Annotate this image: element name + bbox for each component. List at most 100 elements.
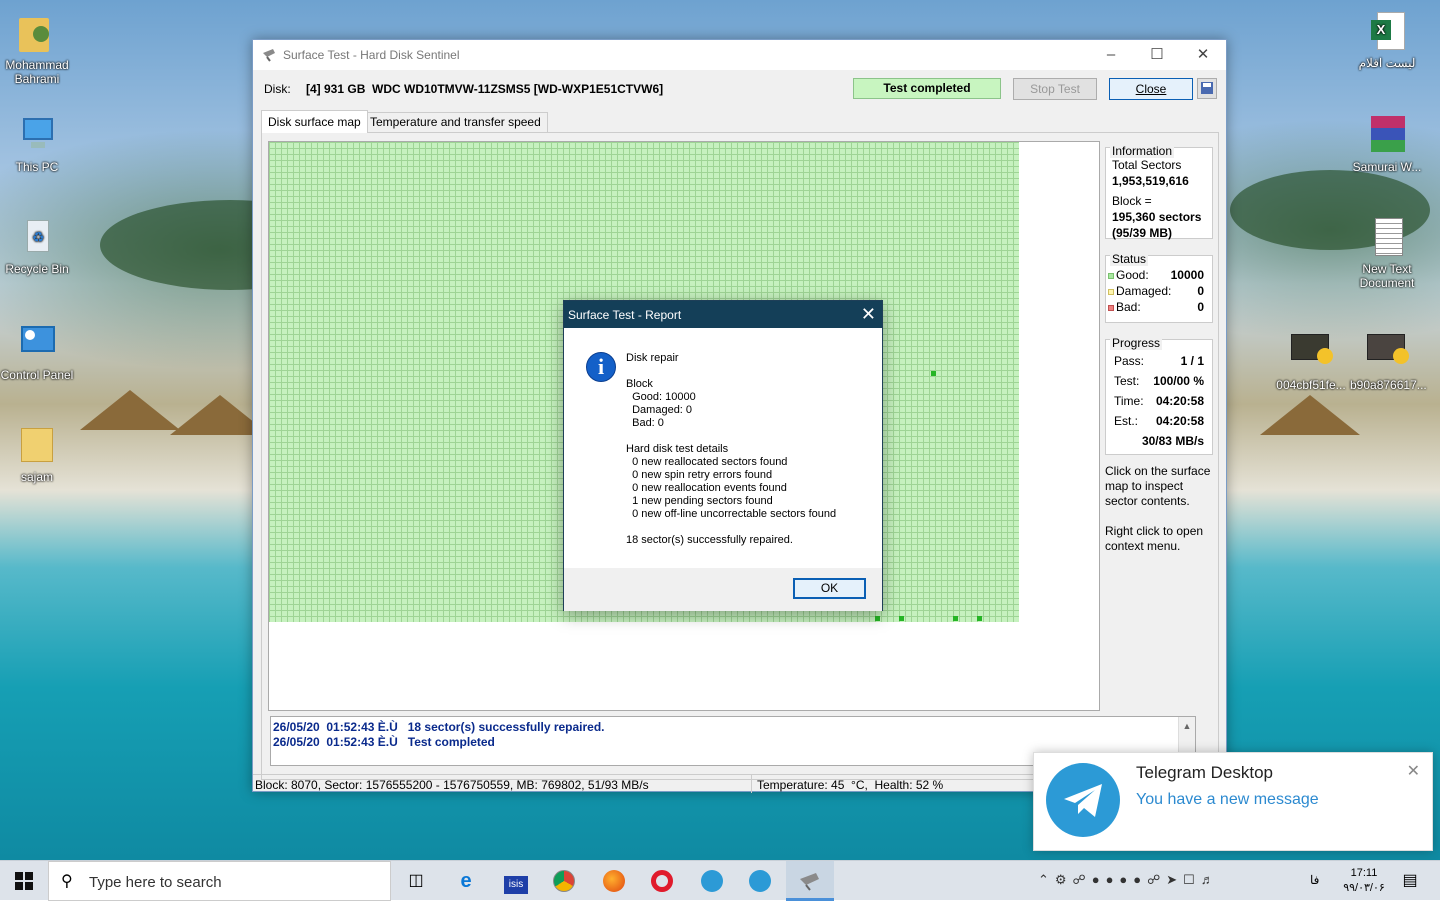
- desktop-icon-label: Samurai W...: [1352, 160, 1422, 174]
- log-line: 26/05/20 01:52:43 È.Ù Test completed: [273, 735, 495, 749]
- desktop-icon-excel[interactable]: X لیست اقلام: [1350, 10, 1424, 70]
- taskbar-search-box[interactable]: ⚲ Type here to search: [48, 861, 391, 901]
- telegram-taskbar-icon-2[interactable]: [736, 861, 784, 901]
- clock[interactable]: 17:11 ۹۹/۰۳/۰۶: [1336, 866, 1392, 896]
- dialog-line: Disk repair: [626, 352, 679, 364]
- progress-time-row: Time: 04:20:58: [1114, 394, 1204, 409]
- dialog-close-icon[interactable]: ✕: [861, 304, 876, 325]
- minimize-icon[interactable]: –: [1088, 40, 1134, 70]
- progress-pass-row: Pass: 1 / 1: [1114, 354, 1204, 369]
- good-swatch: [1108, 273, 1114, 279]
- desktop-icon-label: New Text Document: [1359, 262, 1415, 290]
- telegram-taskbar-icon[interactable]: [688, 861, 736, 901]
- est-label: Est.:: [1114, 414, 1139, 428]
- desktop-icon-video-2[interactable]: b90a876617...: [1350, 332, 1427, 392]
- control-panel-icon: [17, 322, 57, 364]
- language-indicator[interactable]: فا: [1310, 873, 1319, 887]
- telegram-icon: [1046, 763, 1120, 837]
- dialog-titlebar[interactable]: Surface Test - Report ✕: [564, 301, 882, 328]
- desktop-icon-sajam[interactable]: sajam: [0, 424, 74, 484]
- test-value: 100/00 %: [1153, 374, 1204, 388]
- dialog-line: 0 new reallocation events found: [626, 482, 787, 494]
- time-label: Time:: [1114, 394, 1144, 408]
- chrome-icon[interactable]: [540, 861, 588, 901]
- user-folder-icon: [17, 12, 57, 54]
- statusbar-block-info: Block: 8070, Sector: 1576555200 - 157675…: [255, 778, 649, 792]
- computer-icon: [17, 114, 57, 156]
- good-value: 10000: [1170, 268, 1204, 282]
- progress-test-row: Test: 100/00 %: [1114, 374, 1204, 389]
- desktop-icon-video-1[interactable]: 004cbf51fe...: [1274, 332, 1348, 392]
- damaged-label: Damaged:: [1108, 284, 1171, 298]
- progress-speed-row: 30/83 MB/s: [1114, 434, 1204, 449]
- app-icon: [261, 47, 277, 63]
- dialog-line: Good: 10000: [626, 391, 696, 403]
- tab-temperature-transfer-speed[interactable]: Temperature and transfer speed: [363, 112, 548, 132]
- firefox-icon[interactable]: [590, 861, 638, 901]
- close-button[interactable]: Close: [1109, 78, 1193, 100]
- status-badge: Test completed: [853, 78, 1001, 99]
- status-group: Status Good: 10000 Damaged: 0 Bad: 0: [1105, 252, 1213, 323]
- hint-inspect: Click on the surface map to inspect sect…: [1105, 464, 1211, 508]
- toast-close-icon[interactable]: ✕: [1407, 761, 1420, 781]
- log-line: 26/05/20 01:52:43 È.Ù 18 sector(s) succe…: [273, 720, 605, 734]
- pass-value: 1 / 1: [1180, 354, 1204, 368]
- status-damaged-row: Damaged: 0: [1108, 284, 1204, 299]
- desktop-icon-control-panel[interactable]: Control Panel: [0, 322, 74, 382]
- opera-icon[interactable]: [638, 861, 686, 901]
- excel-file-icon: X: [1367, 10, 1407, 52]
- est-value: 04:20:58: [1155, 414, 1204, 428]
- hard-disk-sentinel-taskbar-icon[interactable]: [786, 861, 834, 901]
- close-icon[interactable]: ✕: [1180, 40, 1226, 70]
- system-tray-icons[interactable]: ⌃⚙☍●●●●☍➤☐♬: [1038, 872, 1220, 888]
- dialog-footer: OK: [564, 568, 882, 611]
- desktop-icon-samurai[interactable]: Samurai W...: [1350, 114, 1424, 174]
- dialog-line: Bad: 0: [626, 417, 664, 429]
- map-block-highlight: [875, 616, 880, 621]
- text-document-icon: [1367, 216, 1407, 258]
- stop-test-button[interactable]: Stop Test: [1013, 78, 1097, 100]
- progress-est-row: Est.: 04:20:58: [1114, 414, 1204, 429]
- good-label: Good:: [1108, 268, 1149, 282]
- clock-date: ۹۹/۰۳/۰۶: [1343, 882, 1385, 894]
- maximize-icon[interactable]: ☐: [1134, 40, 1180, 70]
- dialog-title: Surface Test - Report: [568, 308, 682, 322]
- tab-disk-surface-map[interactable]: Disk surface map: [261, 110, 368, 133]
- task-view-icon[interactable]: ◫: [392, 861, 440, 901]
- notifications-icon[interactable]: ▤: [1390, 861, 1430, 901]
- search-icon: ⚲: [61, 873, 73, 890]
- dialog-line: 18 sector(s) successfully repaired.: [626, 534, 793, 546]
- dialog-line: 1 new pending sectors found: [626, 495, 773, 507]
- total-sectors-label: Total Sectors: [1112, 158, 1182, 172]
- ok-button[interactable]: OK: [793, 578, 866, 599]
- winrar-archive-icon: [1367, 114, 1407, 156]
- save-icon[interactable]: [1197, 78, 1217, 99]
- desktop-icon-label: Mohammad Bahrami: [5, 58, 69, 86]
- toast-app-name: Telegram Desktop: [1136, 763, 1274, 782]
- dialog-line: 0 new spin retry errors found: [626, 469, 773, 481]
- start-button[interactable]: [0, 861, 48, 901]
- pass-label: Pass:: [1114, 354, 1145, 368]
- desktop-icon-recycle-bin[interactable]: ♻ Recycle Bin: [0, 216, 74, 276]
- information-heading: Information: [1110, 144, 1175, 158]
- desktop-icon-label: 004cbf51fe...: [1276, 378, 1346, 392]
- desktop-icon-this-pc[interactable]: This PC: [0, 114, 74, 174]
- desktop-icon-label: Control Panel: [0, 368, 74, 382]
- desktop-icon-mohammad-bahrami[interactable]: Mohammad Bahrami: [0, 12, 74, 86]
- taskbar: ⚲ Type here to search ◫ e isis ⌃⚙☍●●●●☍➤…: [0, 860, 1440, 901]
- isis-app-icon[interactable]: isis: [492, 861, 540, 901]
- toast-message: You have a new message: [1136, 791, 1319, 808]
- damaged-swatch: [1108, 289, 1114, 295]
- hut-decoration: [1260, 395, 1360, 435]
- map-block-highlight: [931, 371, 936, 376]
- video-file-icon: [1291, 332, 1333, 374]
- recycle-bin-icon: ♻: [17, 216, 57, 258]
- window-titlebar[interactable]: Surface Test - Hard Disk Sentinel – ☐ ✕: [253, 40, 1226, 70]
- dialog-line: Damaged: 0: [626, 404, 693, 416]
- telegram-notification[interactable]: Telegram Desktop You have a new message …: [1033, 752, 1433, 851]
- scroll-up-icon[interactable]: ▲: [1179, 721, 1195, 731]
- dialog-line: 0 new off-line uncorrectable sectors fou…: [626, 508, 837, 520]
- dialog-line: 0 new reallocated sectors found: [626, 456, 788, 468]
- edge-browser-icon[interactable]: e: [442, 861, 490, 901]
- desktop-icon-new-text-document[interactable]: New Text Document: [1350, 216, 1424, 290]
